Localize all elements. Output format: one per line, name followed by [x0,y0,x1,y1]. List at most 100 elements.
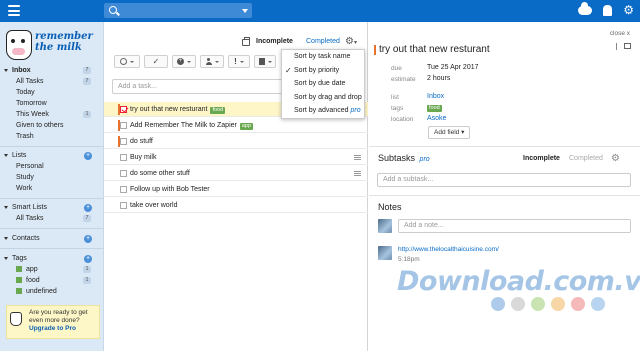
task-checkbox[interactable] [120,202,127,209]
hamburger-menu-icon[interactable] [8,5,20,16]
task-checkbox[interactable] [120,106,127,113]
tab-completed[interactable]: Completed [306,36,340,48]
task-row[interactable]: Buy milk [104,150,368,165]
field-value-list[interactable]: Inbox [427,93,444,100]
sync-cloud-icon[interactable] [578,1,593,15]
field-value-location[interactable]: Asoke [427,115,446,122]
divider [0,198,104,199]
chevron-down-icon: ▾ [461,129,465,136]
sidebar-item-this-week[interactable]: This Week 1 [0,109,104,120]
print-icon[interactable] [242,37,250,46]
sidebar-item-label: Trash [16,133,34,140]
count-badge: 7 [83,78,91,85]
subtasks-gear-icon[interactable]: ⚙ [611,153,620,164]
count-badge: 1 [83,277,91,284]
notes-icon [354,155,361,160]
task-row[interactable]: do some other stuff [104,166,368,181]
sidebar-item-tomorrow[interactable]: Tomorrow [0,98,104,109]
tag-food[interactable]: food [427,105,442,112]
field-value-due[interactable]: Tue 25 Apr 2017 [427,64,479,71]
task-title[interactable]: try out that new resturant [374,44,490,55]
task-row[interactable]: Follow up with Bob Tester [104,182,368,197]
search-input[interactable] [104,3,252,18]
watermark-text: Download.com.vn [397,266,640,297]
logo-text-line1: remember [35,31,93,42]
task-checkbox[interactable] [120,170,127,177]
postpone-button[interactable] [254,55,276,68]
sidebar-section-label: Tags [12,255,27,262]
watermark-dot [571,297,585,311]
add-list-icon[interactable]: + [84,151,92,160]
sidebar-section-smart-lists[interactable]: Smart Lists + [0,202,104,213]
task-row[interactable]: Add Remember The Milk to Zapier app [104,118,368,133]
select-button[interactable] [114,55,140,68]
task-row[interactable]: do stuff [104,134,368,149]
menu-item-sort-due-date[interactable]: Sort by due date [282,77,364,91]
note-link[interactable]: http://www.thelocalthaicuisine.com/ [398,246,499,253]
sidebar-item-personal[interactable]: Personal [0,161,104,172]
collapse-icon[interactable] [4,154,8,157]
sidebar-section-tags[interactable]: Tags + [0,253,104,264]
collapse-icon[interactable] [4,257,8,260]
subtasks-tab-incomplete[interactable]: Incomplete [523,155,560,162]
add-contact-icon[interactable]: + [84,234,92,243]
count-badge: 1 [83,266,91,273]
sidebar-section-inbox[interactable]: Inbox 7 [0,65,104,76]
field-label-due: due [391,65,402,72]
sidebar-item-today[interactable]: Today [0,87,104,98]
collapse-icon[interactable] [4,69,8,72]
search-dropdown-icon[interactable] [242,9,248,13]
add-subtask-input[interactable]: Add a subtask... [377,173,631,187]
sidebar-section-lists[interactable]: Lists + [0,150,104,161]
menu-item-sort-advanced[interactable]: Sort by advanced pro [282,104,364,118]
collapse-icon[interactable] [4,237,8,240]
settings-gear-icon[interactable]: ⚙ [623,4,634,16]
field-value-estimate[interactable]: 2 hours [427,75,450,82]
sidebar-item-tag-undefined[interactable]: undefined [0,286,104,297]
tab-incomplete[interactable]: Incomplete [256,36,293,48]
watermark-dots [491,297,605,311]
sidebar-item-all-tasks[interactable]: All Tasks 7 [0,76,104,87]
task-checkbox[interactable] [120,154,127,161]
info-icon[interactable] [616,43,620,50]
bell-icon[interactable] [603,4,613,16]
add-smart-list-icon[interactable]: + [84,203,92,212]
close-button[interactable]: close x [610,30,630,37]
task-checkbox[interactable] [120,186,127,193]
complete-button[interactable]: ✓ [144,55,168,68]
add-note-input[interactable]: Add a note... [398,219,631,233]
add-tag-icon[interactable]: + [84,254,92,263]
sidebar-item-study[interactable]: Study [0,172,104,183]
field-label-list: list [391,94,399,101]
sidebar-item-given-to-others[interactable]: Given to others [0,120,104,131]
add-menu-button[interactable]: + [172,55,196,68]
menu-item-sort-task-name[interactable]: Sort by task name [282,50,364,64]
sidebar-section-contacts[interactable]: Contacts + [0,233,104,244]
menu-item-sort-drag-drop[interactable]: Sort by drag and drop [282,91,364,105]
sort-gear-icon[interactable]: ⚙▾ [345,36,357,49]
divider [0,228,104,229]
sidebar-item-smart-all-tasks[interactable]: All Tasks 7 [0,213,104,224]
task-checkbox[interactable] [120,138,127,145]
print-icon[interactable] [624,43,631,49]
menu-item-sort-priority[interactable]: ✓ Sort by priority [282,64,364,78]
task-checkbox[interactable] [120,122,127,129]
sidebar-item-tag-app[interactable]: app 1 [0,264,104,275]
menu-item-label: Sort by advanced [294,107,349,114]
assign-button[interactable] [200,55,224,68]
tag-color-icon [16,276,22,283]
task-tag[interactable]: app [239,122,254,130]
add-field-button[interactable]: Add field ▾ [428,126,471,139]
task-row[interactable]: take over world [104,198,368,213]
sidebar-item-label: Today [16,89,35,96]
sidebar-section-label: Inbox [12,67,31,74]
sidebar-item-trash[interactable]: Trash [0,131,104,142]
priority-button[interactable]: ! [228,55,250,68]
sidebar-item-work[interactable]: Work [0,183,104,194]
subtasks-tab-completed[interactable]: Completed [569,155,603,162]
field-value-tags[interactable]: food [427,104,442,112]
collapse-icon[interactable] [4,206,8,209]
task-tag[interactable]: food [210,106,226,114]
upgrade-link[interactable]: Upgrade to Pro [29,325,95,333]
sidebar-item-tag-food[interactable]: food 1 [0,275,104,286]
